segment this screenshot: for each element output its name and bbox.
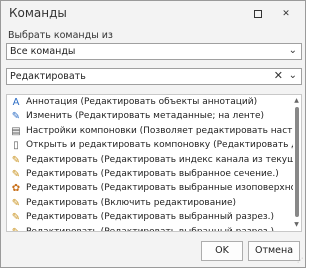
- command-label: Редактировать (Редактировать выбранное с…: [26, 169, 279, 179]
- command-label: Настройки компоновки (Позволяет редактир…: [26, 125, 293, 136]
- annotation-icon: A: [12, 97, 20, 108]
- command-label: Изменить (Редактировать метаданные; на л…: [26, 111, 265, 122]
- isosurface-edit-icon: ✿: [11, 183, 21, 195]
- command-list-item[interactable]: ✎ Редактировать (Редактировать выбранное …: [10, 169, 293, 182]
- command-filter-value: Редактировать: [10, 71, 86, 82]
- command-label: Редактировать (Редактировать выбранный р…: [26, 226, 275, 232]
- command-filter-input[interactable]: Редактировать ✕ ⌄: [6, 68, 302, 85]
- clear-filter-icon[interactable]: ✕: [274, 69, 283, 82]
- command-list-item[interactable]: ✎ Редактировать (Включить редактирование): [10, 198, 293, 211]
- close-button[interactable]: ✕: [274, 4, 298, 24]
- open-layout-icon: ▯: [13, 140, 19, 152]
- commands-dialog: Команды ✕ Выбрать команды из Все команды…: [0, 0, 306, 268]
- command-list-item[interactable]: ✎ Редактировать (Редактировать выбранный …: [10, 212, 293, 225]
- command-label: Редактировать (Включить редактирование): [26, 197, 237, 208]
- command-source-dropdown[interactable]: Все команды ⌄: [6, 43, 302, 60]
- title-bar: Команды ✕: [1, 1, 305, 27]
- command-source-value: Все команды: [10, 46, 76, 57]
- command-label: Редактировать (Редактировать выбранные и…: [26, 183, 293, 194]
- cancel-button[interactable]: Отмена: [248, 241, 300, 261]
- layout-settings-icon: ▤: [11, 125, 21, 137]
- chevron-down-icon[interactable]: ⌄: [289, 70, 297, 81]
- command-label: Аннотация (Редактировать объекты аннотац…: [26, 97, 258, 107]
- pencil-icon: ✎: [11, 111, 21, 123]
- dialog-title: Команды: [9, 6, 67, 20]
- command-list-item[interactable]: ▤ Настройки компоновки (Позволяет редакти…: [10, 126, 293, 139]
- edit-pencil-icon: ✎: [11, 212, 21, 224]
- close-icon: ✕: [282, 9, 290, 19]
- chevron-down-icon[interactable]: ⌄: [289, 45, 297, 56]
- maximize-icon: [254, 9, 262, 18]
- command-label: Редактировать (Редактировать индекс кана…: [26, 154, 293, 165]
- command-list-item[interactable]: ✿ Редактировать (Редактировать выбранные …: [10, 183, 293, 196]
- ok-button[interactable]: OK: [201, 241, 243, 261]
- maximize-button[interactable]: [246, 4, 270, 24]
- select-commands-label: Выбрать команды из: [8, 30, 113, 41]
- scroll-down-icon[interactable]: ▼: [292, 221, 301, 229]
- command-list-item[interactable]: A Аннотация (Редактировать объекты аннота…: [10, 97, 293, 110]
- command-list-item[interactable]: ✎ Редактировать (Редактировать индекс кан…: [10, 155, 293, 168]
- scrollbar-thumb[interactable]: [295, 107, 299, 217]
- resize-grip-icon[interactable]: ⋰: [295, 257, 303, 265]
- command-label: Редактировать (Редактировать выбранный р…: [26, 212, 275, 223]
- edit-pencil-icon: ✎: [11, 169, 21, 180]
- commands-list[interactable]: ▲ ▼ A Аннотация (Редактировать объекты ан…: [6, 94, 302, 232]
- edit-pencil-icon: ✎: [10, 227, 22, 231]
- command-list-item[interactable]: ✎ Изменить (Редактировать метаданные; на …: [10, 111, 293, 124]
- command-label: Открыть и редактировать компоновку (Реда…: [26, 140, 293, 151]
- scroll-up-icon[interactable]: ▲: [292, 97, 301, 105]
- edit-pencil-icon: ✎: [11, 154, 21, 166]
- command-list-item[interactable]: ▯ Открыть и редактировать компоновку (Ред…: [10, 140, 293, 153]
- edit-pencil-icon: ✎: [11, 197, 21, 209]
- command-list-item[interactable]: ✎ Редактировать (Редактировать выбранный …: [10, 226, 293, 232]
